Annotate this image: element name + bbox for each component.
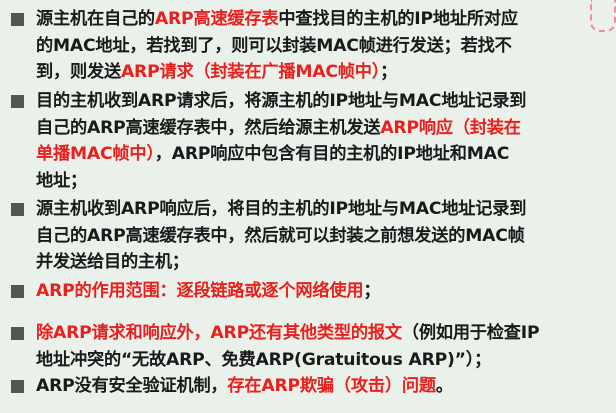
text-line: 单播MAC帧中），ARP响应中包含有目的主机的IP地址和MAC [36, 141, 610, 168]
text-segment: 地址； [36, 170, 87, 191]
text-line: 自己的ARP高速缓存表中，然后给源主机发送ARP响应（封装在 [36, 115, 610, 142]
highlighted-text: 除ARP请求和响应外，ARP还有其他类型的报文 [36, 323, 402, 343]
highlighted-text: ARP请求（封装在广播MAC帧中） [120, 62, 381, 82]
highlighted-text: ARP响应（封装在 [380, 117, 521, 138]
text-segment: 地址冲突的“无故ARP、免费ARP(Gratuitous ARP)”）； [36, 349, 492, 370]
text-segment: 中查找目的主机的IP地址所对应 [278, 9, 518, 29]
text-segment: （例如用于检查IP [401, 323, 540, 343]
text-segment: 并发送给目的主机； [36, 252, 189, 272]
text-line: ARP没有安全验证机制，存在ARP欺骗（攻击）问题。 [36, 373, 610, 400]
highlighted-text: 单播MAC帧中） [36, 144, 155, 164]
highlighted-text: 存在ARP欺骗（攻击）问题 [227, 376, 436, 396]
text-segment: 目的主机收到ARP请求后，将源主机的IP地址与MAC地址记录到 [36, 91, 527, 111]
text-line: ARP的作用范围：逐段链路或逐个网络使用； [36, 278, 610, 305]
text-segment: 到，则发送 [36, 62, 121, 82]
square-bullet-icon [11, 380, 24, 393]
text-line: 到，则发送ARP请求（封装在广播MAC帧中）； [36, 59, 610, 86]
text-segment: 的MAC地址，若找到了，则可以封装MAC帧进行发送；若找不 [36, 35, 512, 56]
text-line: 地址； [36, 168, 610, 195]
text-segment: ARP没有安全验证机制， [36, 376, 228, 396]
text-segment: 。 [435, 376, 453, 396]
text-segment: 源主机收到ARP响应后，将目的主机的IP地址与MAC地址记录到 [36, 199, 527, 219]
text-line: 目的主机收到ARP请求后，将源主机的IP地址与MAC地址记录到 [36, 88, 610, 115]
text-line: 地址冲突的“无故ARP、免费ARP(Gratuitous ARP)”）； [36, 347, 610, 374]
text-line: 自己的ARP高速缓存表中，然后就可以封装之前想发送的MAC帧 [36, 223, 610, 250]
text-line: 除ARP请求和响应外，ARP还有其他类型的报文（例如用于检查IP [36, 320, 610, 347]
text-segment: 自己的ARP高速缓存表中，然后给源主机发送 [36, 117, 381, 138]
text-segment: 自己的ARP高速缓存表中，然后就可以封装之前想发送的MAC帧 [36, 225, 525, 246]
square-bullet-icon [11, 285, 24, 298]
text-line: 并发送给目的主机； [36, 249, 610, 276]
text-line: 的MAC地址，若找到了，则可以封装MAC帧进行发送；若找不 [36, 33, 610, 60]
highlighted-text: ARP的作用范围：逐段链路或逐个网络使用 [36, 281, 364, 301]
text-line: 源主机在自己的ARP高速缓存表中查找目的主机的IP地址所对应 [36, 6, 610, 33]
text-segment: ，ARP响应中包含有目的主机的IP地址和MAC [154, 144, 510, 164]
text-segment: ； [363, 281, 381, 301]
text-segment: 源主机在自己的 [36, 9, 155, 29]
square-bullet-icon [11, 327, 24, 340]
square-bullet-icon [11, 203, 24, 216]
square-bullet-icon [11, 13, 24, 26]
text-segment: ； [380, 62, 398, 82]
highlighted-text: ARP高速缓存表 [154, 9, 279, 29]
square-bullet-icon [11, 95, 24, 108]
text-line: 源主机收到ARP响应后，将目的主机的IP地址与MAC地址记录到 [36, 196, 610, 223]
